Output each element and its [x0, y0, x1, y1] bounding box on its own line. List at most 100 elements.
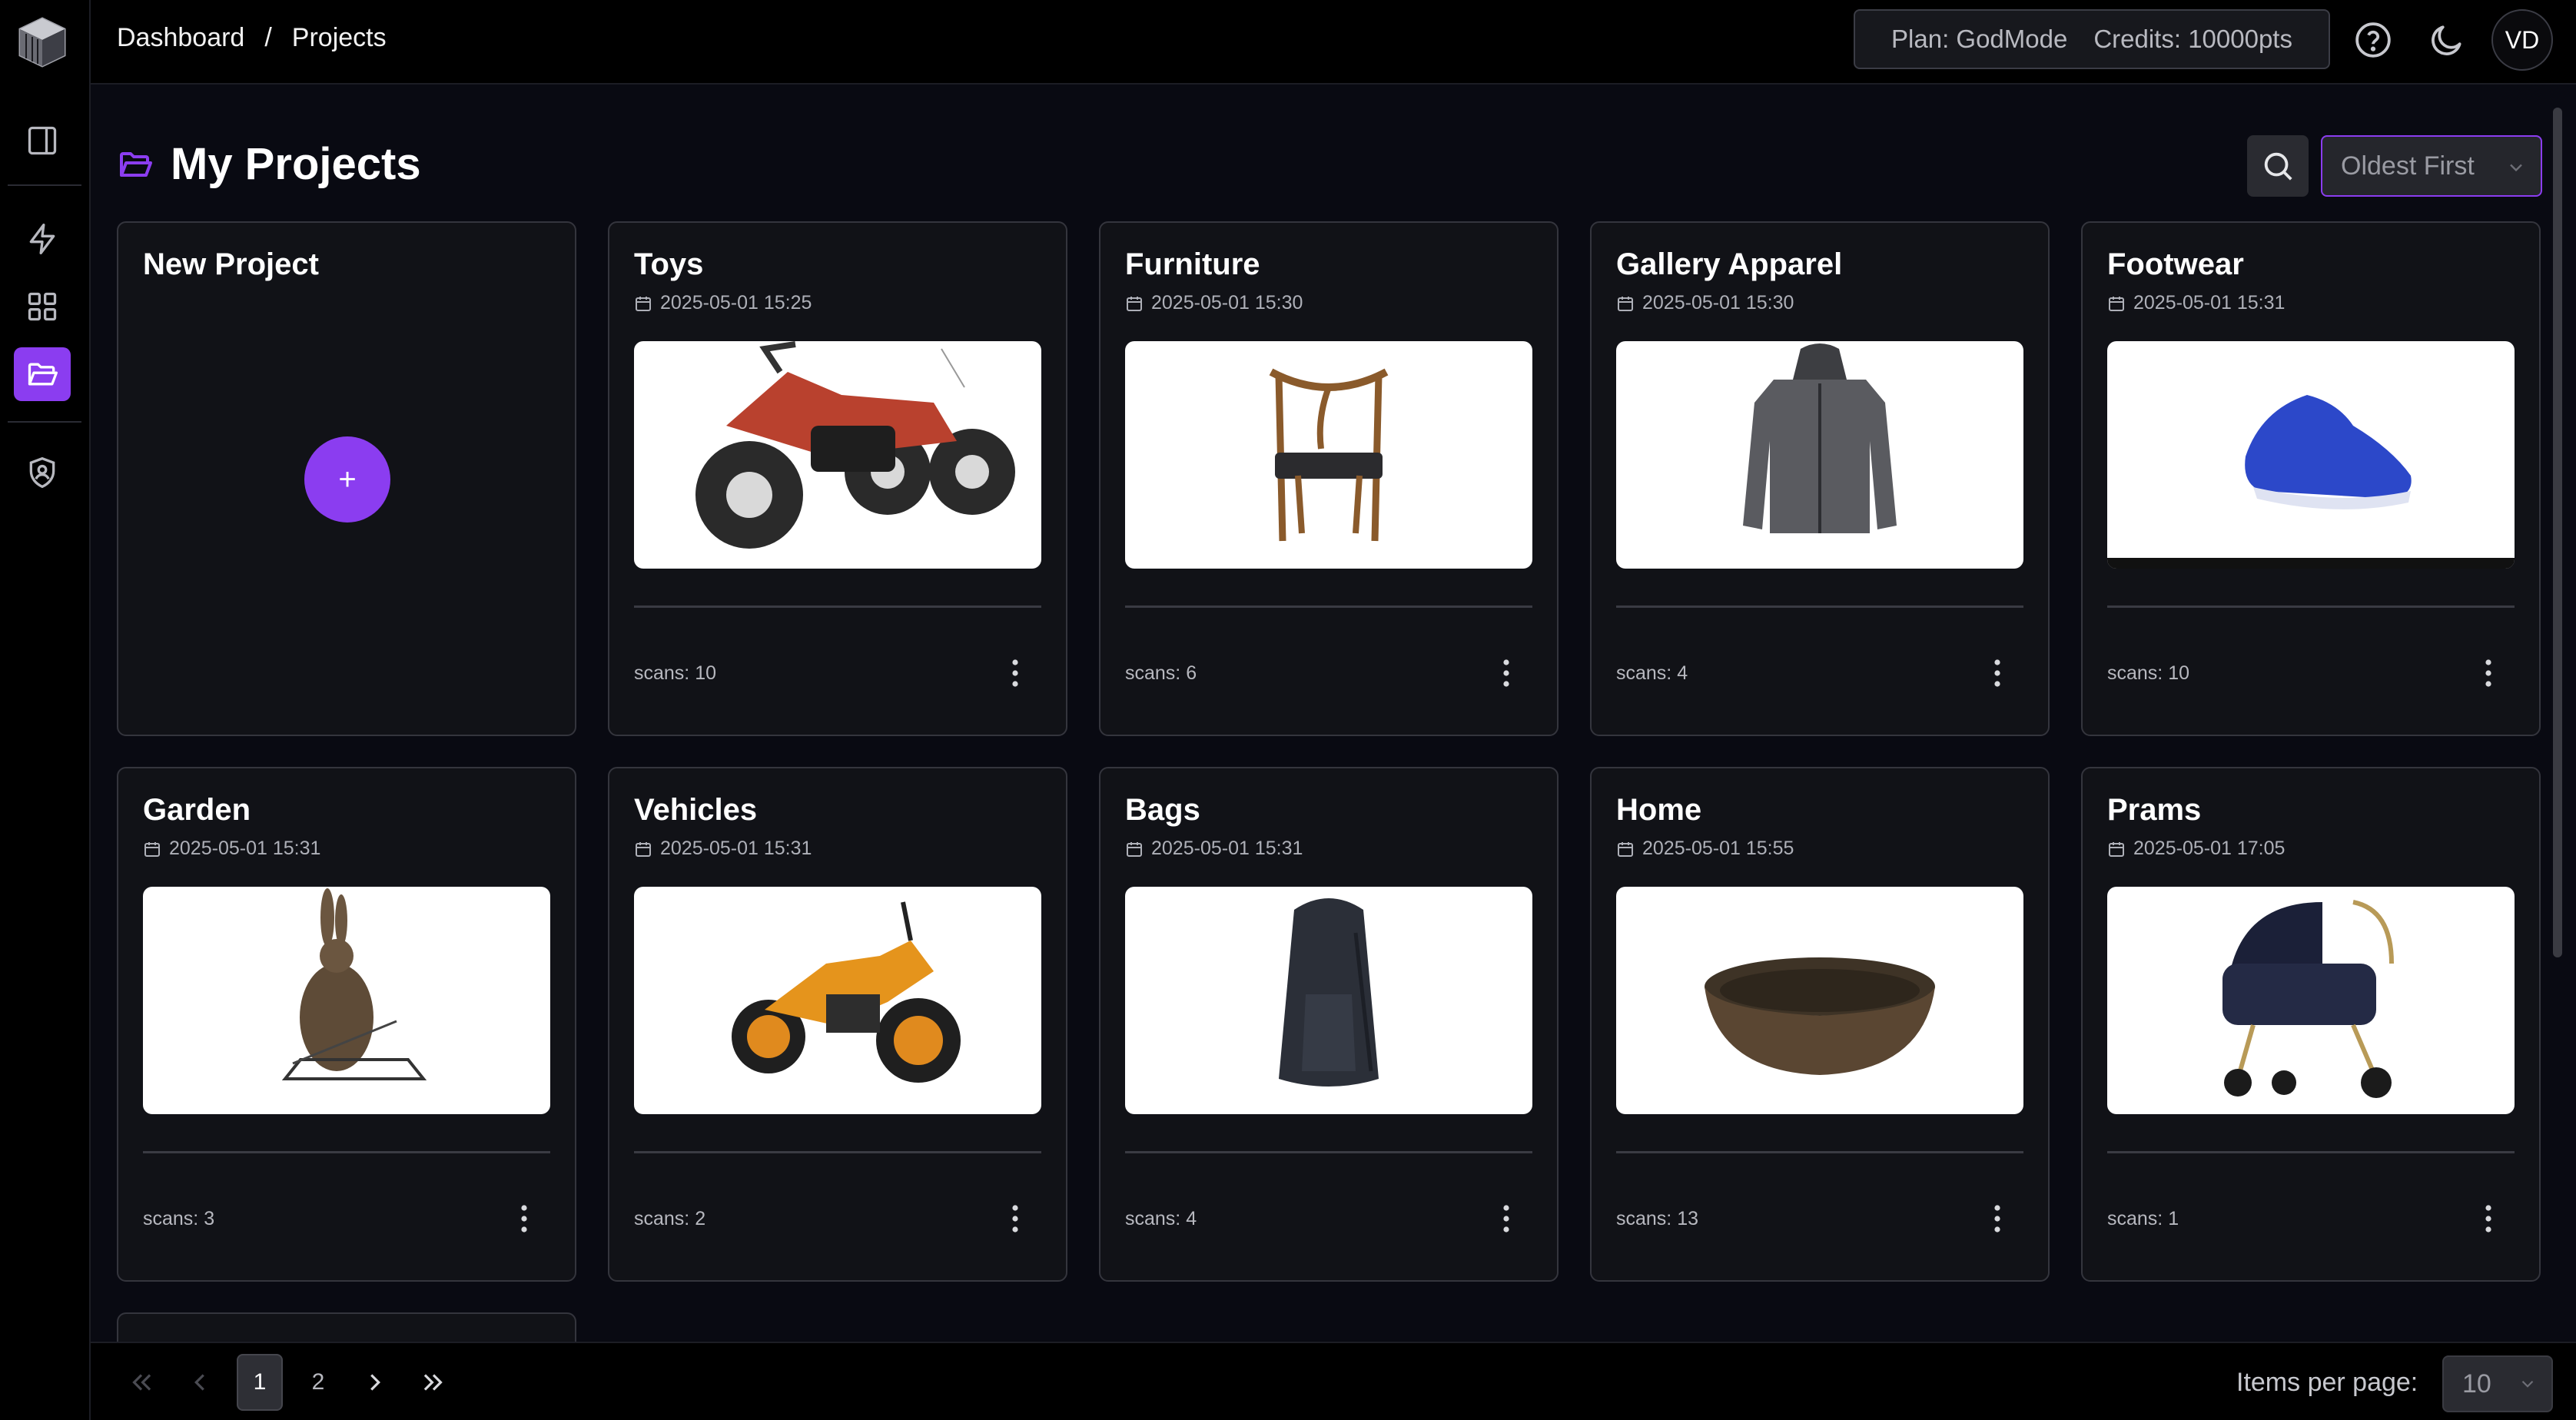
new-project-card[interactable]: New Project +: [117, 221, 576, 736]
project-card[interactable]: Prams 2025-05-01 17:05 scans: 1: [2081, 767, 2541, 1282]
project-thumbnail[interactable]: [143, 887, 550, 1114]
project-date-text: 2025-05-01 15:31: [1151, 838, 1303, 859]
more-vertical-icon[interactable]: [2482, 1203, 2495, 1234]
breadcrumb-dashboard-link[interactable]: Dashboard: [117, 23, 244, 53]
scan-count: scans: 10: [2107, 662, 2190, 684]
motorcycle-image: [732, 901, 961, 1083]
project-date: 2025-05-01 15:31: [143, 838, 320, 860]
vertical-scrollbar[interactable]: [2553, 108, 2562, 957]
calendar-icon: [144, 841, 160, 857]
more-vertical-icon[interactable]: [1991, 1203, 2003, 1234]
project-title: Prams: [2107, 793, 2202, 827]
app-logo[interactable]: [15, 15, 69, 69]
hare-sculpture-image: [281, 888, 427, 1080]
project-date: 2025-05-01 15:31: [634, 838, 812, 860]
more-vertical-icon[interactable]: [518, 1203, 530, 1234]
chevron-left-icon: [194, 1374, 204, 1391]
project-thumbnail[interactable]: [634, 887, 1041, 1114]
scan-count: scans: 3: [143, 1208, 215, 1229]
card-divider: [2107, 1151, 2515, 1153]
chevron-down-icon: [2510, 164, 2522, 172]
project-date-text: 2025-05-01 15:30: [1151, 292, 1303, 314]
project-date: 2025-05-01 17:05: [2107, 838, 2285, 860]
page-1-button[interactable]: 1: [237, 1354, 283, 1411]
scan-count: scans: 10: [634, 662, 717, 684]
project-thumbnail[interactable]: [1125, 341, 1532, 569]
theme-toggle-button[interactable]: [2424, 17, 2470, 63]
project-card[interactable]: Footwear 2025-05-01 15:31 scans: 10: [2081, 221, 2541, 736]
project-title: Gallery Apparel: [1616, 247, 1843, 281]
project-card[interactable]: Garden 2025-05-01 15:31 scans: 3: [117, 767, 576, 1282]
chevron-right-icon: [370, 1374, 380, 1391]
project-card[interactable]: Vehicles 2025-05-01 15:31 scans: 2: [608, 767, 1067, 1282]
top-header: Dashboard / Projects Plan: GodMode Credi…: [91, 0, 2576, 85]
prev-page-button[interactable]: [177, 1354, 223, 1411]
more-vertical-icon[interactable]: [1500, 1203, 1512, 1234]
project-card[interactable]: Home 2025-05-01 15:55 scans: 13: [1590, 767, 2050, 1282]
user-avatar[interactable]: VD: [2491, 9, 2553, 71]
page-2-button[interactable]: 2: [295, 1354, 341, 1411]
items-per-page-value: 10: [2462, 1369, 2491, 1398]
sort-select-value: Oldest First: [2341, 151, 2475, 181]
sidebar-divider: [8, 421, 81, 423]
project-thumbnail[interactable]: [1616, 887, 2023, 1114]
more-vertical-icon[interactable]: [1009, 1203, 1021, 1234]
calendar-icon: [1127, 296, 1142, 311]
sidebar-item-dashboard[interactable]: [14, 280, 71, 333]
add-project-button[interactable]: +: [304, 436, 390, 523]
card-divider: [634, 605, 1041, 608]
project-card[interactable]: Gallery Apparel 2025-05-01 15:30 scans: …: [1590, 221, 2050, 736]
moon-icon: [2432, 25, 2461, 55]
calendar-icon: [1618, 296, 1633, 311]
page-title: My Projects: [171, 139, 421, 189]
project-card-partial[interactable]: [117, 1312, 576, 1343]
sidebar-divider: [8, 184, 81, 186]
card-divider: [1125, 1151, 1532, 1153]
card-divider: [1125, 605, 1532, 608]
project-date: 2025-05-01 15:25: [634, 292, 812, 314]
sort-select[interactable]: Oldest First: [2321, 135, 2542, 197]
folder-open-icon: [28, 363, 58, 386]
project-thumbnail[interactable]: [2107, 341, 2515, 569]
panel-left-icon: [28, 126, 57, 155]
card-divider: [1616, 605, 2023, 608]
plan-credits-badge: Plan: GodMode Credits: 10000pts: [1854, 9, 2330, 69]
grey-jacket-image: [1743, 343, 1897, 533]
project-title: Footwear: [2107, 247, 2244, 281]
search-button[interactable]: [2247, 135, 2309, 197]
project-thumbnail[interactable]: [1125, 887, 1532, 1114]
card-divider: [1616, 1151, 2023, 1153]
project-thumbnail[interactable]: [1616, 341, 2023, 569]
project-title: Furniture: [1125, 247, 1260, 281]
project-thumbnail[interactable]: [2107, 887, 2515, 1114]
project-title: Home: [1616, 793, 1702, 827]
pram-image: [2222, 900, 2394, 1098]
next-page-button[interactable]: [352, 1354, 398, 1411]
chevrons-left-icon: [132, 1374, 151, 1391]
project-thumbnail[interactable]: [634, 341, 1041, 569]
sidebar-item-projects[interactable]: [14, 347, 71, 401]
project-title: Vehicles: [634, 793, 758, 827]
sidebar-item-security[interactable]: [14, 446, 71, 499]
more-vertical-icon[interactable]: [2482, 658, 2495, 688]
sidebar-toggle-button[interactable]: [14, 114, 71, 168]
project-title: Bags: [1125, 793, 1200, 827]
calendar-icon: [636, 296, 651, 311]
last-page-button[interactable]: [410, 1354, 456, 1411]
items-per-page-select[interactable]: 10: [2442, 1355, 2553, 1412]
project-card[interactable]: Bags 2025-05-01 15:31 scans: 4: [1099, 767, 1559, 1282]
first-page-button[interactable]: [118, 1354, 164, 1411]
more-vertical-icon[interactable]: [1500, 658, 1512, 688]
project-card[interactable]: Toys 2025-05-01 15:25 scans: 10: [608, 221, 1067, 736]
project-date-text: 2025-05-01 15:31: [660, 838, 812, 859]
calendar-icon: [2109, 841, 2124, 857]
project-date-text: 2025-05-01 15:31: [2133, 292, 2286, 314]
chevron-down-icon: [2521, 1380, 2534, 1388]
more-vertical-icon[interactable]: [1009, 658, 1021, 688]
help-button[interactable]: [2350, 17, 2396, 63]
more-vertical-icon[interactable]: [1991, 658, 2003, 688]
project-card[interactable]: Furniture 2025-05-01 15:30 scans: 6: [1099, 221, 1559, 736]
project-date-text: 2025-05-01 15:31: [169, 838, 321, 859]
credits-label: Credits: 10000pts: [2093, 25, 2292, 53]
sidebar-item-quick-actions[interactable]: [14, 212, 71, 266]
